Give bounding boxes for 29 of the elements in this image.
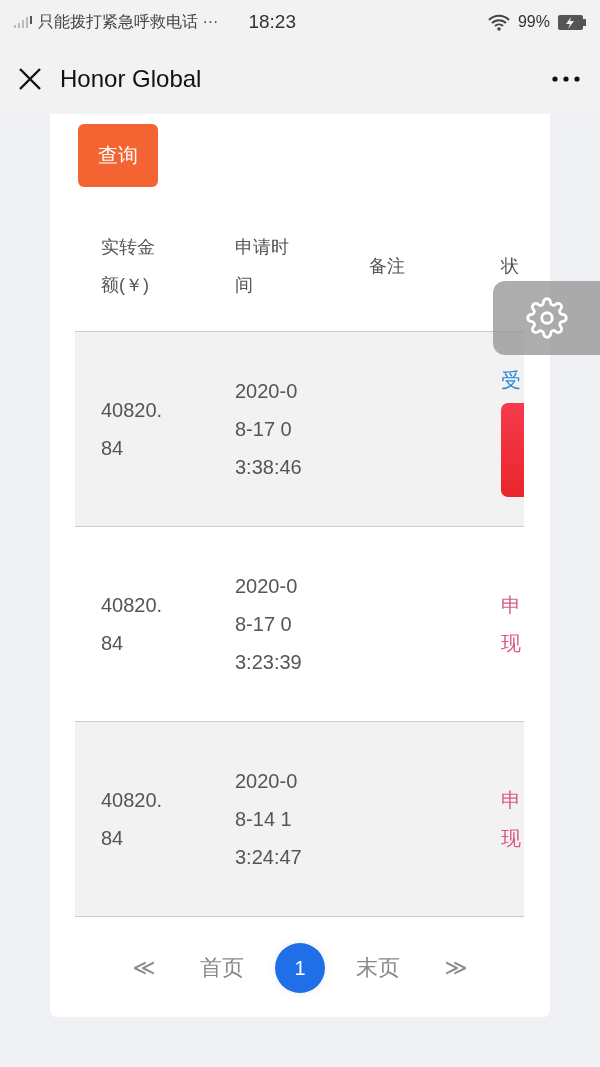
amount-cell-text: 40820.84 — [101, 398, 164, 461]
column-header: 申请时间 — [235, 235, 289, 297]
prev-page-button[interactable]: ≪ — [105, 955, 183, 981]
page-title: Honor Global — [60, 65, 202, 93]
status-text: 申现 — [501, 788, 521, 851]
status-text: 受 — [501, 368, 521, 393]
amount-cell-text: 40820.84 — [101, 788, 164, 851]
column-header: 备注 — [369, 254, 406, 278]
status-text: 申现 — [501, 593, 521, 656]
time-cell-text: 2020-08-17 03:38:46 — [235, 379, 303, 480]
page-number-button[interactable]: 1 — [275, 943, 325, 993]
column-header: 状 — [501, 254, 519, 278]
query-button[interactable]: 查询 — [78, 124, 158, 187]
settings-icon — [525, 297, 568, 339]
column-header: 实转金额(￥) — [101, 235, 155, 297]
clock: 18:23 — [248, 11, 296, 33]
time-cell-text: 2020-08-17 03:23:39 — [235, 574, 303, 675]
carrier-text: 只能拨打紧急呼救电话 ··· — [38, 11, 219, 32]
first-page-button[interactable]: 首页 — [183, 953, 261, 983]
battery-percent: 99% — [517, 13, 550, 31]
last-page-button[interactable]: 末页 — [339, 953, 417, 983]
next-page-button[interactable]: ≫ — [417, 955, 495, 981]
time-cell-text: 2020-08-14 13:24:47 — [235, 769, 303, 870]
battery-icon — [558, 14, 586, 30]
close-icon[interactable] — [18, 67, 42, 91]
amount-cell-text: 40820.84 — [101, 593, 164, 656]
wifi-icon — [487, 13, 510, 31]
signal-icon — [14, 16, 32, 28]
more-icon[interactable] — [552, 76, 580, 82]
